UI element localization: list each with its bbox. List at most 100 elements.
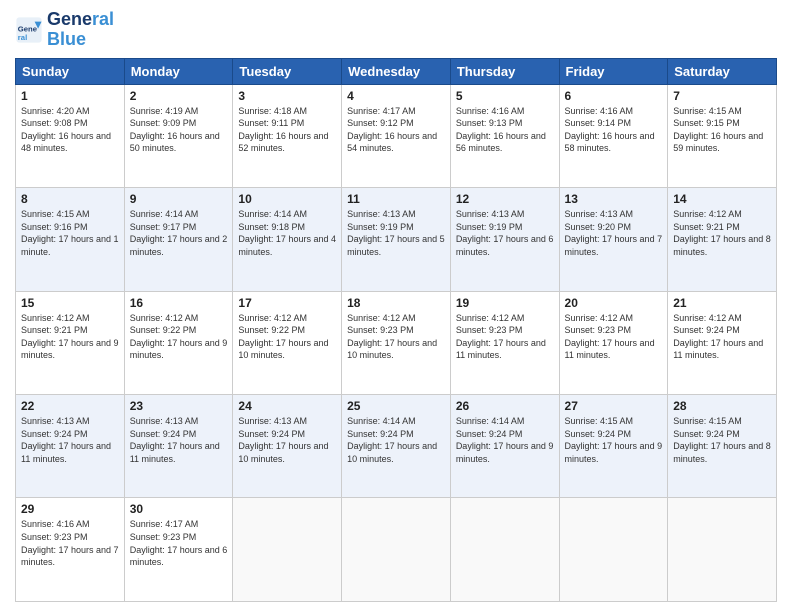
day-info: Sunrise: 4:12 AMSunset: 9:22 PMDaylight:… xyxy=(238,312,336,362)
day-number: 16 xyxy=(130,296,228,310)
day-header-wednesday: Wednesday xyxy=(342,58,451,84)
day-info: Sunrise: 4:13 AMSunset: 9:19 PMDaylight:… xyxy=(347,208,445,258)
calendar-cell: 21Sunrise: 4:12 AMSunset: 9:24 PMDayligh… xyxy=(668,291,777,394)
day-number: 15 xyxy=(21,296,119,310)
day-header-friday: Friday xyxy=(559,58,668,84)
day-number: 18 xyxy=(347,296,445,310)
calendar-cell xyxy=(559,498,668,602)
day-info: Sunrise: 4:12 AMSunset: 9:23 PMDaylight:… xyxy=(456,312,554,362)
day-info: Sunrise: 4:14 AMSunset: 9:24 PMDaylight:… xyxy=(456,415,554,465)
calendar-cell: 14 Sunrise: 4:12 AMSunset: 9:21 PMDayligh… xyxy=(668,188,777,291)
calendar-cell xyxy=(450,498,559,602)
logo-icon: Gene ral xyxy=(15,16,43,44)
calendar-cell: 5 Sunrise: 4:16 AMSunset: 9:13 PMDaylight… xyxy=(450,84,559,187)
calendar-cell: 10 Sunrise: 4:14 AMSunset: 9:18 PMDayligh… xyxy=(233,188,342,291)
day-info: Sunrise: 4:17 AMSunset: 9:23 PMDaylight:… xyxy=(130,518,228,568)
day-info: Sunrise: 4:15 AMSunset: 9:16 PMDaylight:… xyxy=(21,208,119,258)
calendar-cell: 30 Sunrise: 4:17 AMSunset: 9:23 PMDayligh… xyxy=(124,498,233,602)
day-info: Sunrise: 4:19 AMSunset: 9:09 PMDaylight:… xyxy=(130,105,228,155)
day-info: Sunrise: 4:16 AMSunset: 9:13 PMDaylight:… xyxy=(456,105,554,155)
day-number: 12 xyxy=(456,192,554,206)
day-number: 9 xyxy=(130,192,228,206)
svg-text:Gene: Gene xyxy=(18,24,38,33)
calendar-cell: 28Sunrise: 4:15 AMSunset: 9:24 PMDayligh… xyxy=(668,395,777,498)
calendar-cell: 24Sunrise: 4:13 AMSunset: 9:24 PMDayligh… xyxy=(233,395,342,498)
logo: Gene ral GeneralBlue xyxy=(15,10,114,50)
day-number: 26 xyxy=(456,399,554,413)
day-info: Sunrise: 4:13 AMSunset: 9:24 PMDaylight:… xyxy=(130,415,228,465)
day-number: 19 xyxy=(456,296,554,310)
day-number: 14 xyxy=(673,192,771,206)
day-info: Sunrise: 4:12 AMSunset: 9:21 PMDaylight:… xyxy=(21,312,119,362)
calendar-cell: 15 Sunrise: 4:12 AMSunset: 9:21 PMDayligh… xyxy=(16,291,125,394)
day-number: 5 xyxy=(456,89,554,103)
day-number: 3 xyxy=(238,89,336,103)
day-info: Sunrise: 4:18 AMSunset: 9:11 PMDaylight:… xyxy=(238,105,336,155)
day-number: 27 xyxy=(565,399,663,413)
day-info: Sunrise: 4:15 AMSunset: 9:24 PMDaylight:… xyxy=(565,415,663,465)
calendar-cell: 11Sunrise: 4:13 AMSunset: 9:19 PMDayligh… xyxy=(342,188,451,291)
calendar-cell: 20Sunrise: 4:12 AMSunset: 9:23 PMDayligh… xyxy=(559,291,668,394)
day-number: 13 xyxy=(565,192,663,206)
day-header-monday: Monday xyxy=(124,58,233,84)
calendar-cell xyxy=(233,498,342,602)
logo-text: GeneralBlue xyxy=(47,10,114,50)
day-info: Sunrise: 4:15 AMSunset: 9:15 PMDaylight:… xyxy=(673,105,771,155)
calendar-cell: 8 Sunrise: 4:15 AMSunset: 9:16 PMDaylight… xyxy=(16,188,125,291)
calendar-cell: 12 Sunrise: 4:13 AMSunset: 9:19 PMDayligh… xyxy=(450,188,559,291)
day-info: Sunrise: 4:12 AMSunset: 9:23 PMDaylight:… xyxy=(347,312,445,362)
day-number: 10 xyxy=(238,192,336,206)
day-info: Sunrise: 4:17 AMSunset: 9:12 PMDaylight:… xyxy=(347,105,445,155)
day-number: 4 xyxy=(347,89,445,103)
day-number: 17 xyxy=(238,296,336,310)
day-number: 21 xyxy=(673,296,771,310)
calendar-cell: 25 Sunrise: 4:14 AMSunset: 9:24 PMDayligh… xyxy=(342,395,451,498)
day-number: 24 xyxy=(238,399,336,413)
day-info: Sunrise: 4:16 AMSunset: 9:23 PMDaylight:… xyxy=(21,518,119,568)
calendar-week-3: 15 Sunrise: 4:12 AMSunset: 9:21 PMDayligh… xyxy=(16,291,777,394)
calendar-cell: 2 Sunrise: 4:19 AMSunset: 9:09 PMDaylight… xyxy=(124,84,233,187)
calendar-week-4: 22 Sunrise: 4:13 AMSunset: 9:24 PMDayligh… xyxy=(16,395,777,498)
calendar-cell: 19 Sunrise: 4:12 AMSunset: 9:23 PMDayligh… xyxy=(450,291,559,394)
day-number: 30 xyxy=(130,502,228,516)
day-header-thursday: Thursday xyxy=(450,58,559,84)
day-info: Sunrise: 4:13 AMSunset: 9:20 PMDaylight:… xyxy=(565,208,663,258)
calendar-week-2: 8 Sunrise: 4:15 AMSunset: 9:16 PMDaylight… xyxy=(16,188,777,291)
day-header-tuesday: Tuesday xyxy=(233,58,342,84)
header: Gene ral GeneralBlue xyxy=(15,10,777,50)
day-number: 1 xyxy=(21,89,119,103)
day-info: Sunrise: 4:14 AMSunset: 9:24 PMDaylight:… xyxy=(347,415,445,465)
calendar-cell xyxy=(668,498,777,602)
day-info: Sunrise: 4:14 AMSunset: 9:18 PMDaylight:… xyxy=(238,208,336,258)
calendar-cell: 1 Sunrise: 4:20 AMSunset: 9:08 PMDaylight… xyxy=(16,84,125,187)
day-number: 6 xyxy=(565,89,663,103)
day-info: Sunrise: 4:14 AMSunset: 9:17 PMDaylight:… xyxy=(130,208,228,258)
day-number: 28 xyxy=(673,399,771,413)
day-info: Sunrise: 4:20 AMSunset: 9:08 PMDaylight:… xyxy=(21,105,119,155)
svg-text:ral: ral xyxy=(18,33,27,42)
calendar-table: SundayMondayTuesdayWednesdayThursdayFrid… xyxy=(15,58,777,602)
day-info: Sunrise: 4:13 AMSunset: 9:24 PMDaylight:… xyxy=(21,415,119,465)
calendar-cell: 29Sunrise: 4:16 AMSunset: 9:23 PMDayligh… xyxy=(16,498,125,602)
day-number: 8 xyxy=(21,192,119,206)
calendar-cell: 27 Sunrise: 4:15 AMSunset: 9:24 PMDayligh… xyxy=(559,395,668,498)
calendar-cell: 23 Sunrise: 4:13 AMSunset: 9:24 PMDayligh… xyxy=(124,395,233,498)
day-info: Sunrise: 4:13 AMSunset: 9:19 PMDaylight:… xyxy=(456,208,554,258)
page: Gene ral GeneralBlue SundayMondayTuesday… xyxy=(0,0,792,612)
day-info: Sunrise: 4:12 AMSunset: 9:23 PMDaylight:… xyxy=(565,312,663,362)
calendar-week-5: 29Sunrise: 4:16 AMSunset: 9:23 PMDayligh… xyxy=(16,498,777,602)
day-number: 25 xyxy=(347,399,445,413)
calendar-cell: 4 Sunrise: 4:17 AMSunset: 9:12 PMDaylight… xyxy=(342,84,451,187)
calendar-cell: 18 Sunrise: 4:12 AMSunset: 9:23 PMDayligh… xyxy=(342,291,451,394)
day-header-sunday: Sunday xyxy=(16,58,125,84)
day-number: 2 xyxy=(130,89,228,103)
day-info: Sunrise: 4:16 AMSunset: 9:14 PMDaylight:… xyxy=(565,105,663,155)
calendar-cell: 9 Sunrise: 4:14 AMSunset: 9:17 PMDaylight… xyxy=(124,188,233,291)
day-number: 22 xyxy=(21,399,119,413)
day-info: Sunrise: 4:12 AMSunset: 9:21 PMDaylight:… xyxy=(673,208,771,258)
calendar-cell: 16Sunrise: 4:12 AMSunset: 9:22 PMDayligh… xyxy=(124,291,233,394)
calendar-cell: 3 Sunrise: 4:18 AMSunset: 9:11 PMDaylight… xyxy=(233,84,342,187)
calendar-cell: 22 Sunrise: 4:13 AMSunset: 9:24 PMDayligh… xyxy=(16,395,125,498)
calendar-header-row: SundayMondayTuesdayWednesdayThursdayFrid… xyxy=(16,58,777,84)
day-number: 23 xyxy=(130,399,228,413)
